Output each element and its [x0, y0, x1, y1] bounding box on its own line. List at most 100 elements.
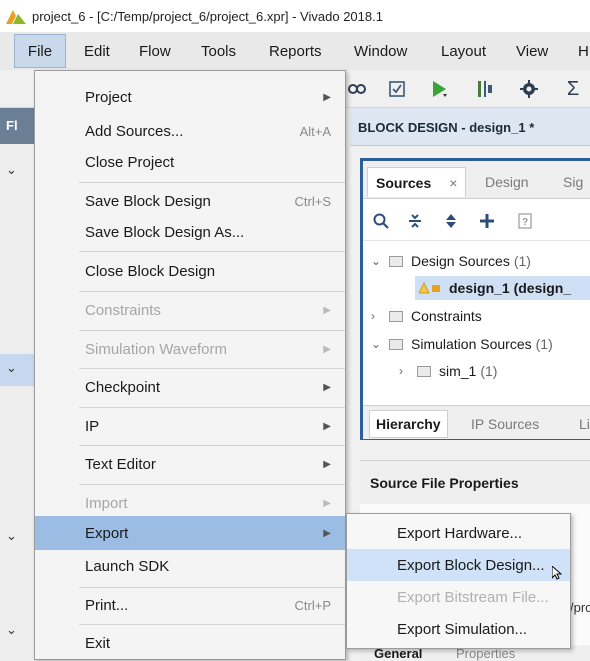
menu-layout[interactable]: Layout	[441, 34, 486, 68]
submenu-item-export-block-design[interactable]: Export Block Design...	[347, 549, 570, 581]
menu-item-label: Launch SDK	[85, 557, 170, 575]
menu-item-project[interactable]: Project ▶	[35, 79, 345, 115]
close-icon[interactable]: ×	[449, 175, 457, 191]
menu-item-label: Simulation Waveform	[85, 340, 227, 358]
menu-view[interactable]: View	[516, 34, 548, 68]
chevron-right-icon[interactable]: ›	[399, 364, 413, 378]
menu-item-export[interactable]: Export ▶	[35, 516, 345, 550]
sources-tab-bar: Sources × Design Sig	[363, 161, 590, 199]
menu-separator	[79, 251, 345, 252]
submenu-arrow-icon: ▶	[323, 420, 331, 432]
menu-item-close-project[interactable]: Close Project	[35, 144, 345, 180]
menu-item-label: Close Block Design	[85, 262, 216, 280]
submenu-arrow-icon: ▶	[323, 91, 331, 103]
menu-item-constraints[interactable]: Constraints ▶	[35, 292, 345, 328]
menu-item-print[interactable]: Print... Ctrl+P	[35, 587, 345, 623]
sources-bottom-tab-bar: Hierarchy IP Sources Li	[363, 405, 590, 439]
submenu-item-export-simulation[interactable]: Export Simulation...	[347, 613, 570, 645]
run-icon[interactable]	[428, 78, 450, 100]
chevron-right-icon[interactable]: ›	[371, 309, 385, 323]
help-icon[interactable]: ?	[513, 209, 537, 233]
submenu-arrow-icon: ▶	[323, 304, 331, 316]
submenu-arrow-icon: ▶	[323, 527, 331, 539]
tree-item-design-1[interactable]: design_1 (design_	[415, 276, 590, 300]
submenu-arrow-icon: ▶	[323, 458, 331, 470]
menu-file[interactable]: File	[14, 34, 66, 68]
export-submenu: Export Hardware... Export Block Design..…	[346, 513, 571, 649]
chevron-down-icon[interactable]: ⌄	[6, 162, 17, 178]
menu-item-text-editor[interactable]: Text Editor ▶	[35, 446, 345, 482]
menu-item-shortcut: Ctrl+P	[294, 597, 331, 613]
vivado-logo-icon	[6, 8, 26, 24]
folder-icon	[389, 310, 403, 322]
menu-edit[interactable]: Edit	[84, 34, 110, 68]
menu-item-label: Checkpoint	[85, 378, 161, 396]
tab-design[interactable]: Design	[485, 167, 529, 197]
tree-item-label: sim_1	[439, 363, 477, 379]
menu-item-label: Save Block Design	[85, 192, 211, 210]
menu-item-save-block-design-as[interactable]: Save Block Design As...	[35, 214, 345, 250]
settings-icon[interactable]	[518, 78, 540, 100]
menu-tools[interactable]: Tools	[201, 34, 236, 68]
menu-item-simulation-waveform[interactable]: Simulation Waveform ▶	[35, 331, 345, 367]
tree-item-sim-1[interactable]: › sim_1 (1)	[399, 359, 497, 383]
menu-item-launch-sdk[interactable]: Launch SDK	[35, 548, 345, 584]
menu-help[interactable]: H	[578, 34, 589, 68]
menu-item-exit[interactable]: Exit	[35, 625, 345, 661]
submenu-item-export-bitstream-file[interactable]: Export Bitstream File...	[347, 581, 570, 613]
sigma-icon[interactable]: Σ	[562, 78, 584, 100]
submenu-arrow-icon: ▶	[323, 497, 331, 509]
tab-sources[interactable]: Sources ×	[367, 167, 467, 197]
menu-item-label: Export	[85, 524, 129, 542]
folder-icon	[389, 255, 403, 267]
submenu-arrow-icon: ▶	[323, 381, 331, 393]
flow-navigator: Fl ⌄ ⌄ ⌄ ⌄	[0, 108, 34, 661]
checklist-icon[interactable]	[386, 78, 408, 100]
menu-item-label: Project	[85, 88, 132, 106]
flow-navigator-header: Fl	[0, 108, 34, 144]
tree-item-simulation-sources[interactable]: ⌄ Simulation Sources (1)	[371, 332, 553, 356]
menu-item-ip[interactable]: IP ▶	[35, 408, 345, 444]
menu-item-label: IP	[85, 417, 100, 435]
menu-reports[interactable]: Reports	[269, 34, 322, 68]
menu-item-label: Add Sources...	[85, 122, 184, 140]
tree-item-design-sources[interactable]: ⌄ Design Sources (1)	[371, 249, 531, 273]
mouse-cursor-icon	[551, 564, 563, 580]
program-icon[interactable]	[474, 78, 496, 100]
tab-signals[interactable]: Sig	[563, 167, 583, 197]
chevron-down-icon[interactable]: ⌄	[6, 528, 17, 544]
menu-item-shortcut: Ctrl+S	[294, 193, 331, 209]
tab-hierarchy[interactable]: Hierarchy	[369, 410, 448, 438]
search-icon[interactable]	[369, 209, 393, 233]
chevron-down-icon[interactable]: ⌄	[6, 622, 17, 638]
tree-item-count: (1)	[535, 336, 553, 352]
collapse-all-icon[interactable]	[403, 209, 427, 233]
menu-window[interactable]: Window	[354, 34, 407, 68]
chevron-down-icon[interactable]: ⌄	[371, 337, 385, 351]
expand-all-icon[interactable]	[439, 209, 463, 233]
menu-bar: File Edit Flow Tools Reports Window Layo…	[0, 32, 590, 70]
chevron-down-icon[interactable]: ⌄	[6, 360, 17, 376]
sources-toolbar: ?	[363, 201, 590, 241]
chevron-down-icon[interactable]: ⌄	[371, 254, 385, 268]
tree-item-label: Simulation Sources	[411, 336, 532, 352]
svg-text:?: ?	[522, 217, 528, 228]
tree-item-label: design_1 (design_	[449, 280, 572, 296]
tree-item-count: (1)	[513, 253, 531, 269]
menu-item-checkpoint[interactable]: Checkpoint ▶	[35, 369, 345, 405]
block-design-icon	[419, 282, 441, 294]
menu-item-shortcut: Alt+A	[299, 123, 331, 139]
tab-sources-label: Sources	[376, 174, 432, 191]
tree-item-constraints[interactable]: › Constraints	[371, 304, 482, 328]
tab-libraries[interactable]: Li	[579, 410, 590, 438]
menu-item-close-block-design[interactable]: Close Block Design	[35, 253, 345, 289]
tab-ip-sources[interactable]: IP Sources	[471, 410, 539, 438]
submenu-arrow-icon: ▶	[323, 343, 331, 355]
menu-flow[interactable]: Flow	[139, 34, 171, 68]
add-icon[interactable]	[475, 209, 499, 233]
link-icon[interactable]	[346, 78, 368, 100]
menu-item-label: Text Editor	[85, 455, 156, 473]
menu-item-label: Import	[85, 494, 128, 512]
menu-item-label: Exit	[85, 634, 111, 652]
submenu-item-export-hardware[interactable]: Export Hardware...	[347, 517, 570, 549]
